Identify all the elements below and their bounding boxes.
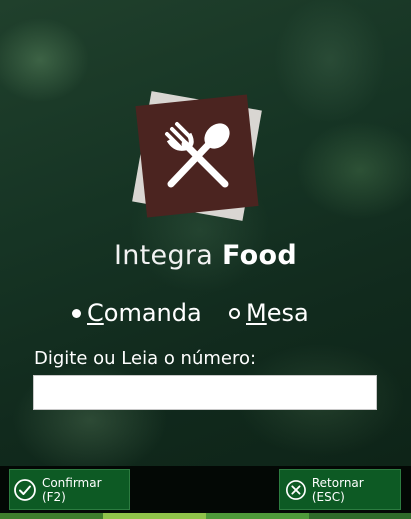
return-button-label: Retornar (ESC) [311, 475, 364, 504]
close-circle-icon [286, 479, 306, 500]
radio-unselected-icon [229, 307, 240, 319]
number-input[interactable] [33, 375, 377, 410]
number-prompt-label: Digite ou Leia o número: [34, 348, 257, 369]
brand-stripe-2 [103, 513, 206, 519]
check-circle-icon [14, 478, 36, 501]
confirm-button-label: Confirmar (F2) [41, 475, 102, 504]
brand-stripe-1 [0, 513, 103, 519]
app-title-light: Integra [113, 240, 214, 271]
app-title: Integra Food [0, 240, 411, 271]
brand-stripe-4 [309, 513, 411, 519]
brand-stripe-3 [206, 513, 309, 519]
radio-mesa-label: Mesa [246, 299, 309, 327]
confirm-button[interactable]: Confirmar (F2) [9, 469, 130, 510]
radio-comanda[interactable]: Comanda [72, 298, 202, 328]
radio-comanda-label: Comanda [87, 299, 202, 327]
return-button[interactable]: Retornar (ESC) [279, 469, 401, 510]
fork-spoon-icon [165, 122, 230, 188]
radio-selected-icon [72, 308, 81, 318]
integra-food-logo [132, 91, 263, 224]
app-title-bold: Food [222, 240, 298, 271]
radio-mesa[interactable]: Mesa [229, 298, 309, 328]
